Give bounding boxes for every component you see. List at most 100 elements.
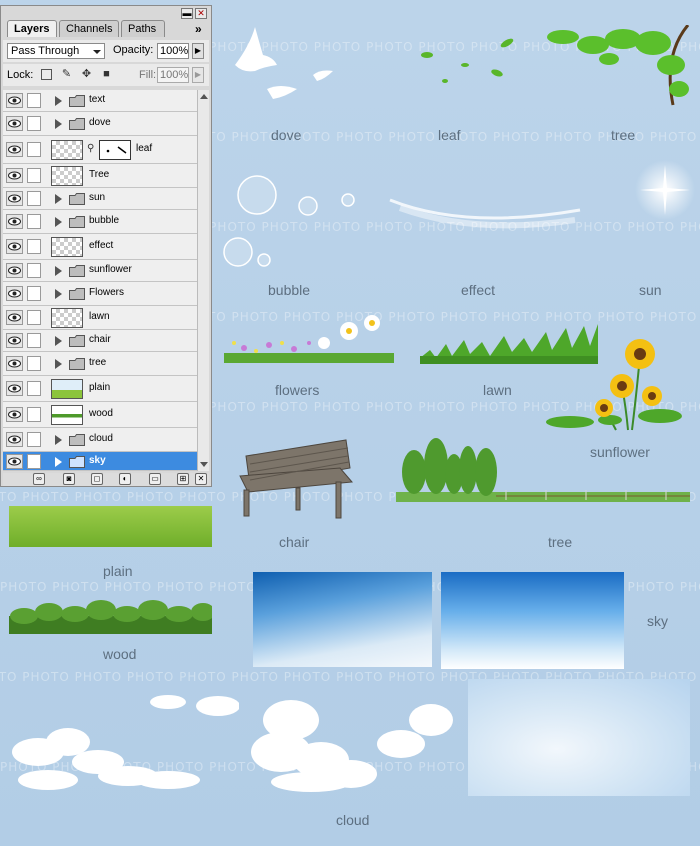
visibility-eye-icon[interactable] (6, 263, 23, 278)
lock-brush-icon[interactable]: ✎ (61, 69, 72, 80)
layer-link-box[interactable] (27, 142, 41, 157)
layer-link-box[interactable] (27, 333, 41, 348)
layer-link-box[interactable] (27, 239, 41, 254)
expand-triangle-icon[interactable] (55, 336, 62, 346)
expand-triangle-icon[interactable] (55, 96, 62, 106)
layer-row[interactable]: chair (3, 330, 197, 352)
layer-link-box[interactable] (27, 407, 41, 422)
layer-row[interactable]: plain (3, 376, 197, 402)
mask-link-icon[interactable]: ⚲ (87, 143, 95, 154)
visibility-eye-icon[interactable] (6, 93, 23, 108)
plain-image (9, 506, 212, 547)
visibility-eye-icon[interactable] (6, 356, 23, 371)
tab-channels[interactable]: Channels (59, 20, 119, 37)
folder-icon (69, 193, 85, 205)
layer-link-box[interactable] (27, 93, 41, 108)
layer-thumbnail[interactable] (51, 308, 83, 328)
link-layers-icon[interactable]: ∞ (33, 473, 45, 485)
expand-triangle-icon[interactable] (55, 435, 62, 445)
layer-row[interactable]: dove (3, 112, 197, 136)
layer-row[interactable]: sunflower (3, 260, 197, 282)
layer-row[interactable]: bubble (3, 210, 197, 234)
layer-link-box[interactable] (27, 310, 41, 325)
layer-link-box[interactable] (27, 116, 41, 131)
layer-link-box[interactable] (27, 191, 41, 206)
layer-link-box[interactable] (27, 214, 41, 229)
expand-triangle-icon[interactable] (55, 359, 62, 369)
layer-thumbnail[interactable] (51, 379, 83, 399)
opacity-input[interactable]: 100% (157, 43, 189, 59)
layer-link-box[interactable] (27, 454, 41, 469)
visibility-eye-icon[interactable] (6, 286, 23, 301)
layer-style-icon[interactable]: ◙ (63, 473, 75, 485)
visibility-eye-icon[interactable] (6, 168, 23, 183)
add-mask-icon[interactable]: ◻ (91, 473, 103, 485)
lock-transparency-icon[interactable] (41, 69, 52, 80)
visibility-eye-icon[interactable] (6, 333, 23, 348)
lock-label: Lock: (7, 69, 34, 81)
layer-name: Flowers (89, 287, 125, 298)
visibility-eye-icon[interactable] (6, 239, 23, 254)
layer-row[interactable]: cloud (3, 428, 197, 452)
fill-slider-button[interactable]: ▶ (192, 67, 204, 83)
layer-mask-thumbnail[interactable] (99, 140, 131, 160)
layer-link-box[interactable] (27, 263, 41, 278)
visibility-eye-icon[interactable] (6, 381, 23, 396)
folder-icon (69, 358, 85, 370)
layer-link-box[interactable] (27, 381, 41, 396)
layer-row[interactable]: ⚲ leaf (3, 136, 197, 164)
lock-move-icon[interactable]: ✥ (81, 69, 92, 80)
visibility-eye-icon[interactable] (6, 432, 23, 447)
layer-name: tree (89, 357, 107, 368)
layer-name: sky (89, 455, 106, 466)
lock-all-icon[interactable]: ■ (101, 69, 112, 80)
expand-triangle-icon[interactable] (55, 194, 62, 204)
layer-thumbnail[interactable] (51, 140, 83, 160)
layer-link-box[interactable] (27, 168, 41, 183)
layer-row[interactable]: Tree (3, 164, 197, 188)
layer-row[interactable]: lawn (3, 306, 197, 330)
layer-link-box[interactable] (27, 286, 41, 301)
minimize-button[interactable]: ▬ (181, 8, 193, 19)
visibility-eye-icon[interactable] (6, 191, 23, 206)
visibility-eye-icon[interactable] (6, 310, 23, 325)
visibility-eye-icon[interactable] (6, 454, 23, 469)
layer-name: chair (89, 334, 111, 345)
new-group-icon[interactable]: ▭ (149, 473, 161, 485)
layer-thumbnail[interactable] (51, 166, 83, 186)
expand-triangle-icon[interactable] (55, 457, 62, 467)
tab-layers[interactable]: Layers (7, 20, 57, 37)
expand-triangle-icon[interactable] (55, 119, 62, 129)
layer-scrollbar[interactable] (197, 90, 209, 471)
layer-row[interactable]: effect (3, 234, 197, 260)
fill-input[interactable]: 100% (157, 67, 189, 83)
layer-row[interactable]: sun (3, 188, 197, 210)
scroll-down-icon[interactable] (200, 462, 208, 467)
visibility-eye-icon[interactable] (6, 142, 23, 157)
blend-mode-select[interactable]: Pass Through (7, 43, 105, 59)
layer-row[interactable]: tree (3, 352, 197, 376)
scroll-up-icon[interactable] (200, 94, 208, 99)
panel-menu-icon[interactable]: » (195, 22, 202, 36)
trash-icon[interactable]: ✕ (195, 473, 207, 485)
new-layer-icon[interactable]: ⊞ (177, 473, 189, 485)
sunflower-image (546, 339, 682, 431)
visibility-eye-icon[interactable] (6, 407, 23, 422)
layer-link-box[interactable] (27, 356, 41, 371)
expand-triangle-icon[interactable] (55, 289, 62, 299)
close-button[interactable]: ✕ (195, 8, 207, 19)
opacity-slider-button[interactable]: ▶ (192, 43, 204, 59)
adjustment-layer-icon[interactable]: ◐ (119, 473, 131, 485)
layer-row[interactable]: sky (3, 452, 197, 471)
visibility-eye-icon[interactable] (6, 116, 23, 131)
visibility-eye-icon[interactable] (6, 214, 23, 229)
expand-triangle-icon[interactable] (55, 217, 62, 227)
tab-paths[interactable]: Paths (121, 20, 165, 37)
expand-triangle-icon[interactable] (55, 266, 62, 276)
layer-thumbnail[interactable] (51, 405, 83, 425)
layer-link-box[interactable] (27, 432, 41, 447)
layer-row[interactable]: text (3, 90, 197, 112)
layer-thumbnail[interactable] (51, 237, 83, 257)
layer-row[interactable]: Flowers (3, 282, 197, 306)
layer-row[interactable]: wood (3, 402, 197, 428)
